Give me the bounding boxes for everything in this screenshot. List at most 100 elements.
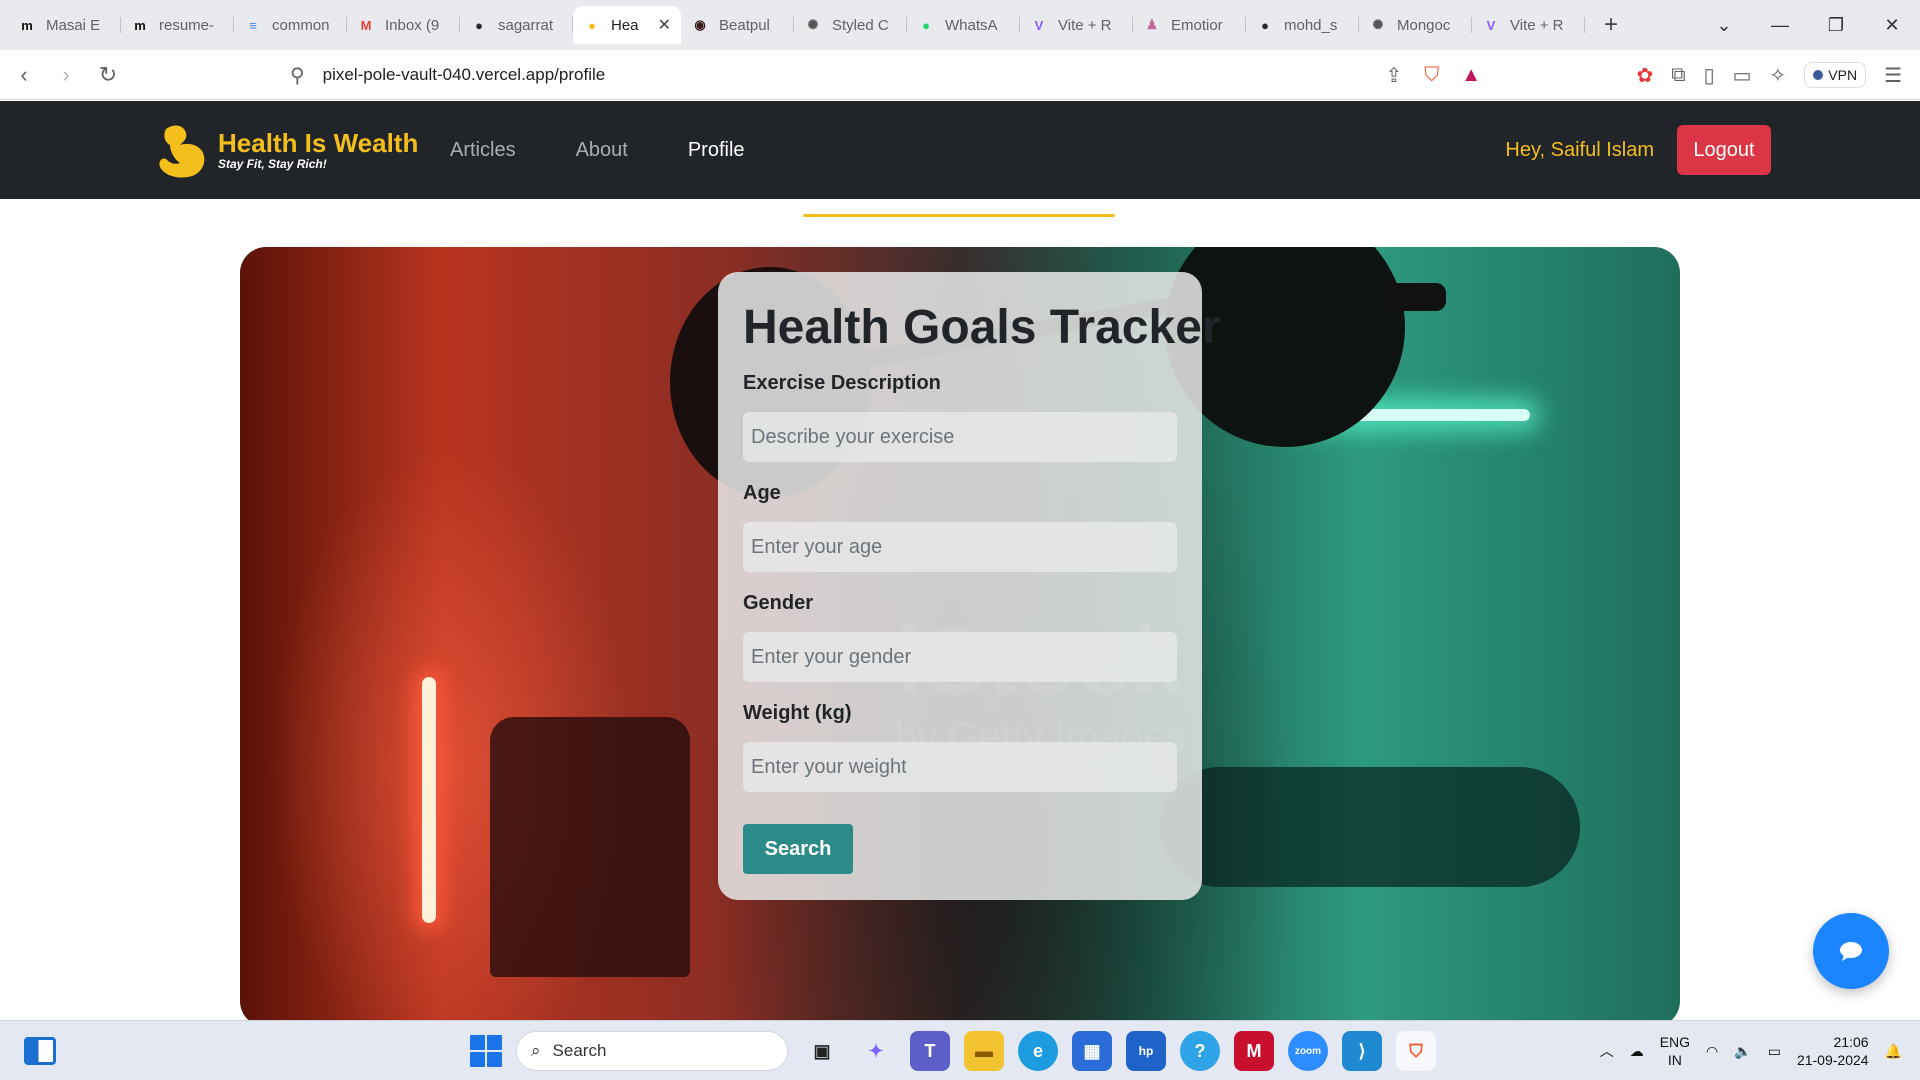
teams-icon[interactable]: T [910, 1031, 950, 1071]
vscode-icon[interactable]: ⟩ [1342, 1031, 1382, 1071]
wallet-icon[interactable]: ▭ [1733, 63, 1752, 88]
share-icon[interactable]: ⇪ [1385, 63, 1402, 88]
nav-link-articles[interactable]: Articles [450, 139, 516, 162]
task-view-icon[interactable]: ▣ [802, 1031, 842, 1071]
browser-tab[interactable]: ◉ Beatpul [681, 6, 794, 44]
browser-tab[interactable]: V Vite + R [1472, 6, 1585, 44]
address-actions: ⇪ ⛉ ▲ [1385, 56, 1505, 94]
new-tab-button[interactable]: + [1593, 7, 1629, 43]
back-icon[interactable]: ‹ [6, 57, 42, 93]
language-indicator[interactable]: ENG IN [1660, 1033, 1690, 1069]
brave-rewards-icon[interactable]: ▲ [1461, 64, 1481, 87]
browser-tab[interactable]: ✺ Mongoc [1359, 6, 1472, 44]
browser-tab[interactable]: ● sagarrat [460, 6, 573, 44]
clock-date: 21-09-2024 [1796, 1052, 1869, 1068]
restore-icon[interactable]: ❐ [1808, 0, 1864, 50]
browser-tab[interactable]: m Masai E [8, 6, 121, 44]
tab-favicon-icon: ● [588, 17, 596, 33]
chat-button[interactable] [1813, 913, 1889, 989]
onedrive-icon[interactable]: ☁ [1630, 1043, 1644, 1060]
browser-tab[interactable]: ≡ common [234, 6, 347, 44]
window-controls: ⌄ — ❐ ✕ [1696, 0, 1920, 50]
flexed-arm-icon [159, 125, 205, 178]
browser-tab[interactable]: m resume- [121, 6, 234, 44]
browser-tab[interactable]: ● Hea ✕ [573, 6, 681, 44]
browser-tab-strip: m Masai E m resume- ≡ common M Inbox (9 ● sagarra… [0, 0, 1920, 50]
myhp-icon[interactable]: hp [1126, 1031, 1166, 1071]
tips-icon[interactable]: ? [1180, 1031, 1220, 1071]
tab-title: Vite + R [1058, 16, 1112, 34]
copilot-icon[interactable]: ✦ [856, 1031, 896, 1071]
tab-title: Vite + R [1510, 16, 1564, 34]
brand-name: Health Is Wealth [218, 128, 419, 158]
tab-title: Masai E [46, 16, 101, 34]
clock-time: 21:06 [1833, 1034, 1869, 1050]
tab-favicon-icon: ● [1261, 17, 1269, 33]
tab-favicon-icon: m [21, 17, 33, 33]
search-icon: ⌕ [531, 1041, 541, 1060]
mcafee-icon[interactable]: M [1234, 1031, 1274, 1071]
browser-tab[interactable]: ● mohd_s [1246, 6, 1359, 44]
browser-tab[interactable]: V Vite + R [1020, 6, 1133, 44]
os-taskbar: ⌕ Search ▣ ✦ T ▬ e ▦ hp ? M zoom ⟩ ⛉ ︿ ☁… [0, 1020, 1920, 1080]
age-input[interactable] [743, 522, 1177, 572]
gender-input[interactable] [743, 632, 1177, 682]
nav-link-about[interactable]: About [576, 139, 628, 162]
address-url[interactable]: pixel-pole-vault-040.vercel.app/profile [323, 65, 606, 85]
clock[interactable]: 21:06 21-09-2024 [1797, 1033, 1869, 1069]
vpn-label: VPN [1828, 67, 1858, 83]
tab-title: common [272, 16, 330, 34]
brave-shield-icon[interactable]: ⛉ [1424, 64, 1439, 87]
browser-tab[interactable]: ● WhatsA [907, 6, 1020, 44]
brand-logo[interactable]: Health Is Wealth Stay Fit, Stay Rich! [152, 121, 418, 179]
tab-favicon-icon: ≡ [249, 17, 257, 33]
tab-favicon-icon: V [1034, 17, 1044, 33]
tab-title: Inbox (9 [385, 16, 440, 34]
notification-bell-icon[interactable]: 🔔 [1885, 1043, 1902, 1060]
zoom-icon[interactable]: zoom [1288, 1031, 1328, 1071]
tab-close-icon[interactable]: ✕ [658, 15, 671, 35]
brand-text: Health Is Wealth Stay Fit, Stay Rich! [218, 129, 418, 171]
tab-title: Mongoc [1397, 16, 1451, 34]
exercise-description-label: Exercise Description [743, 372, 941, 394]
leo-ai-icon[interactable]: ✧ [1770, 63, 1787, 88]
browser-tab[interactable]: ✺ Styled C [794, 6, 907, 44]
tab-favicon-icon: M [360, 17, 372, 33]
store-icon[interactable]: ▦ [1072, 1031, 1112, 1071]
color-extension-icon[interactable]: ✿ [1637, 63, 1654, 88]
logout-button[interactable]: Logout [1677, 125, 1771, 175]
file-explorer-icon[interactable]: ▬ [964, 1031, 1004, 1071]
browser-toolbar: ‹ › ↻ ⚲ pixel-pole-vault-040.vercel.app/… [0, 50, 1920, 100]
search-button[interactable]: Search [743, 824, 853, 874]
extensions-icon[interactable]: ⧉ [1671, 64, 1685, 87]
address-bar[interactable]: ⚲ pixel-pole-vault-040.vercel.app/profil… [290, 56, 1505, 94]
reload-icon[interactable]: ↻ [90, 57, 126, 93]
menu-icon[interactable]: ☰ [1884, 63, 1902, 88]
minimize-icon[interactable]: — [1752, 0, 1808, 50]
forward-icon[interactable]: › [48, 57, 84, 93]
tab-title: WhatsA [945, 16, 998, 34]
tray-overflow-icon[interactable]: ︿ [1600, 1041, 1614, 1061]
site-info-icon[interactable]: ⚲ [290, 63, 305, 88]
wifi-icon[interactable]: ◠ [1706, 1043, 1718, 1060]
widgets-icon[interactable] [24, 1037, 56, 1065]
taskbar-search[interactable]: ⌕ Search [516, 1031, 788, 1071]
brave-icon[interactable]: ⛉ [1396, 1031, 1436, 1071]
browser-tab[interactable]: ♟ Emotior [1133, 6, 1246, 44]
close-window-icon[interactable]: ✕ [1864, 0, 1920, 50]
nav-link-profile[interactable]: Profile [688, 139, 745, 162]
extensions-area: ✿ ⧉ ▯ ▭ ✧ VPN ☰ [1637, 50, 1920, 100]
tab-search-icon[interactable]: ⌄ [1696, 0, 1752, 50]
battery-icon[interactable]: ▭ [1768, 1043, 1781, 1060]
edge-icon[interactable]: e [1018, 1031, 1058, 1071]
vpn-button[interactable]: VPN [1804, 62, 1867, 88]
browser-tab[interactable]: M Inbox (9 [347, 6, 460, 44]
volume-icon[interactable]: 🔈 [1734, 1043, 1751, 1060]
weight-input[interactable] [743, 742, 1177, 792]
user-greeting: Hey, Saiful Islam [1505, 139, 1654, 161]
exercise-description-input[interactable] [743, 412, 1177, 462]
system-tray: ︿ ☁ ENG IN ◠ 🔈 ▭ 21:06 21-09-2024 🔔 [1600, 1021, 1902, 1080]
sidebar-icon[interactable]: ▯ [1704, 63, 1715, 88]
language-code: ENG [1659, 1034, 1691, 1050]
start-menu-icon[interactable] [470, 1035, 502, 1067]
